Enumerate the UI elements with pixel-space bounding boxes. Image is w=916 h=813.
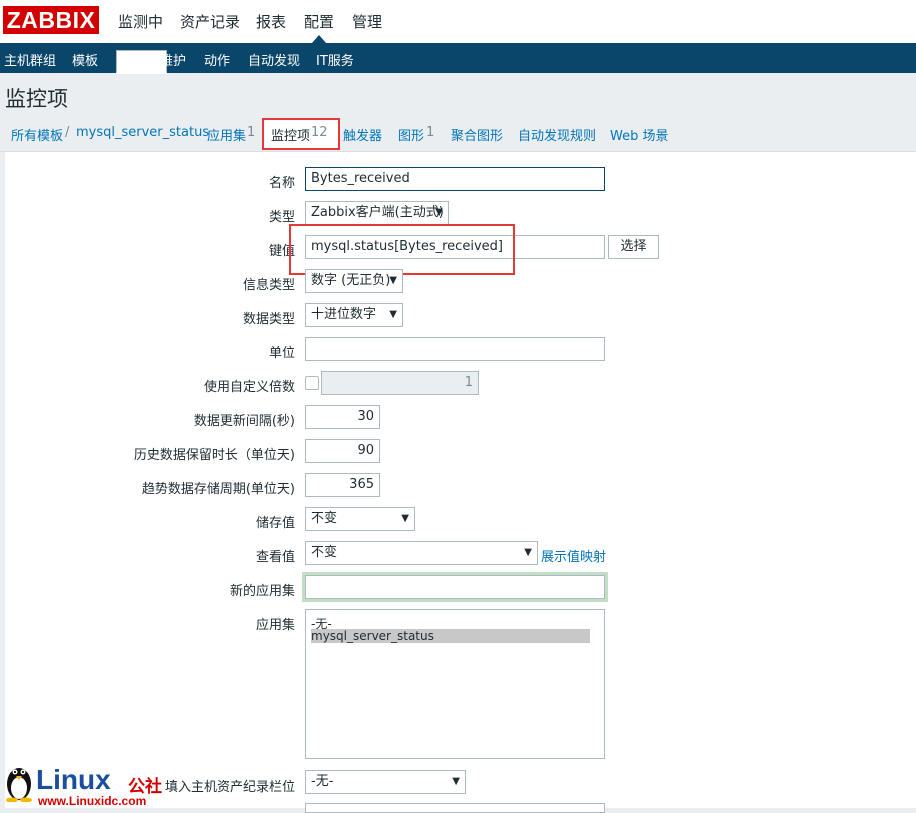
show-value-label: 查看值 (255, 550, 295, 565)
subnav-host-groups[interactable]: 主机群组 (4, 50, 56, 69)
highlight-box-key (289, 224, 515, 275)
info-type-label: 信息类型 (242, 278, 295, 293)
units-label: 单位 (268, 346, 295, 361)
history-input[interactable]: 90 (305, 439, 380, 463)
data-type-label: 数据类型 (242, 312, 295, 327)
interval-input[interactable]: 30 (305, 405, 380, 429)
multiplier-checkbox[interactable] (305, 376, 319, 390)
tab-web-scenarios[interactable]: Web 场景 (610, 125, 668, 144)
breadcrumb-separator: / (65, 125, 70, 140)
new-application-label: 新的应用集 (229, 584, 295, 599)
page-title: 监控项 (5, 87, 68, 111)
tab-items-count: 12 (311, 125, 328, 140)
tab-applications-count: 1 (247, 125, 256, 140)
inventory-select-value: -无- (311, 774, 334, 789)
tab-discovery-rules[interactable]: 自动发现规则 (518, 125, 596, 144)
chevron-down-icon: ▼ (389, 275, 397, 286)
applications-label: 应用集 (255, 618, 295, 633)
info-type-select[interactable]: 数字 (无正负) ▼ (305, 269, 403, 293)
breadcrumb-all-templates[interactable]: 所有模板 (11, 125, 63, 144)
key-label: 键值 (268, 244, 295, 259)
subnav-actions[interactable]: 动作 (204, 50, 230, 69)
units-input[interactable] (305, 337, 605, 361)
subnav-it-services[interactable]: IT服务 (316, 50, 354, 69)
data-type-value: 十进位数字 (311, 307, 377, 322)
chevron-down-icon: ▼ (524, 547, 532, 558)
type-select[interactable]: Zabbix客户端(主动式) ▼ (305, 201, 449, 225)
applications-listbox[interactable]: -无- mysql_server_status (305, 609, 605, 759)
watermark-url: www.Linuxidc.com (38, 794, 147, 808)
top-header: ZABBIX 监测中 资产记录 报表 配置 管理 (0, 0, 916, 43)
watermark-brand: Linux (36, 764, 111, 795)
chevron-down-icon: ▼ (452, 776, 460, 787)
store-value-value: 不变 (311, 511, 338, 526)
chevron-down-icon: ▼ (435, 207, 443, 218)
store-value-select[interactable]: 不变 ▼ (305, 507, 415, 531)
multiplier-input: 1 (321, 371, 479, 395)
show-value-value: 不变 (311, 545, 338, 560)
linuxidc-watermark: Linux 公社 www.Linuxidc.com (0, 758, 180, 808)
history-label: 历史数据保留时长（单位天) (133, 448, 295, 463)
tab-graphs-count: 1 (426, 125, 435, 140)
name-label: 名称 (268, 176, 295, 191)
sub-nav: 主机群组 模板 主机 维护 动作 自动发现 IT服务 (0, 43, 916, 74)
nav-configuration[interactable]: 配置 (304, 11, 334, 32)
application-option-selected[interactable]: mysql_server_status (311, 629, 590, 643)
select-key-button[interactable]: 选择 (608, 235, 659, 259)
interval-label: 数据更新间隔(秒) (193, 414, 295, 429)
nav-active-caret (312, 35, 326, 43)
type-select-value: Zabbix客户端(主动式) (311, 205, 444, 220)
tab-applications[interactable]: 应用集 (207, 125, 246, 144)
show-value-select[interactable]: 不变 ▼ (305, 541, 538, 565)
name-input[interactable]: Bytes_received (305, 167, 605, 191)
nav-inventory[interactable]: 资产记录 (180, 11, 240, 32)
multiplier-label: 使用自定义倍数 (203, 380, 295, 395)
new-application-input[interactable] (305, 575, 605, 599)
chevron-down-icon: ▼ (401, 513, 409, 524)
tab-triggers[interactable]: 触发器 (343, 125, 382, 144)
description-field[interactable] (305, 803, 605, 813)
store-value-label: 储存值 (255, 516, 295, 531)
breadcrumb-host[interactable]: mysql_server_status (76, 125, 209, 140)
nav-monitoring[interactable]: 监测中 (118, 11, 163, 32)
zabbix-logo[interactable]: ZABBIX (3, 6, 99, 34)
subnav-templates[interactable]: 模板 (72, 50, 98, 69)
tab-graphs[interactable]: 图形 (398, 125, 424, 144)
tab-items[interactable]: 监控项 (271, 125, 310, 144)
chevron-down-icon: ▼ (389, 309, 397, 320)
data-type-select[interactable]: 十进位数字 ▼ (305, 303, 403, 327)
type-label: 类型 (268, 210, 295, 225)
trends-input[interactable]: 365 (305, 473, 380, 497)
subnav-maintenance[interactable]: 维护 (160, 50, 186, 69)
subnav-discovery[interactable]: 自动发现 (248, 50, 300, 69)
trends-label: 趋势数据存储周期(单位天) (141, 482, 295, 497)
nav-reports[interactable]: 报表 (256, 11, 286, 32)
nav-administration[interactable]: 管理 (352, 11, 382, 32)
tab-screens[interactable]: 聚合图形 (451, 125, 503, 144)
penguin-icon (6, 768, 32, 802)
value-map-link[interactable]: 展示值映射 (541, 546, 606, 565)
info-type-value: 数字 (无正负) (311, 273, 391, 288)
inventory-select[interactable]: -无- ▼ (305, 770, 466, 794)
